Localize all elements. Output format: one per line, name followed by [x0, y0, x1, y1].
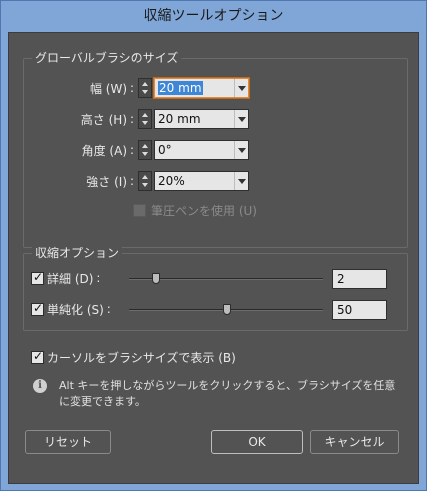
height-field[interactable]: 20 mm [154, 109, 250, 129]
simplify-row: 単純化 (S) : [31, 298, 115, 320]
pressure-pen-row: 筆圧ペンを使用 (U) [133, 199, 257, 221]
detail-slider-thumb[interactable] [152, 273, 160, 284]
angle-spinner[interactable] [138, 140, 153, 160]
ok-button[interactable]: OK [211, 430, 303, 454]
cursor-option-row: カーソルをブラシサイズで表示 (B) [31, 346, 236, 368]
width-label: 幅 (W) [89, 81, 127, 96]
info-text-line1: Alt キーを押しながらツールをクリックすると、ブラシサイズを任意 [59, 379, 396, 392]
angle-row: 角度 (A) : 0° [9, 139, 250, 161]
global-brush-group-label: グローバルブラシのサイズ [32, 50, 182, 66]
intensity-field[interactable]: 20% [154, 171, 250, 191]
simplify-slider-thumb[interactable] [223, 304, 231, 315]
cursor-option-label: カーソルをブラシサイズで表示 (B) [47, 350, 236, 365]
width-dropdown-arrow-icon[interactable] [234, 79, 249, 97]
simplify-value-field[interactable]: 50 [332, 300, 387, 320]
info-icon: i [33, 379, 47, 393]
detail-row: 詳細 (D) : [31, 267, 104, 289]
intensity-spinner[interactable] [138, 171, 153, 191]
height-spinner[interactable] [138, 109, 153, 129]
intensity-label: 強さ (I) [86, 174, 127, 189]
info-text-line2: に変更できます。 [59, 395, 146, 408]
simplify-label: 単純化 (S) [47, 302, 104, 317]
pressure-pen-checkbox[interactable] [133, 203, 146, 217]
angle-dropdown-arrow-icon[interactable] [234, 141, 249, 159]
angle-label: 角度 (A) [81, 143, 127, 158]
detail-checkbox[interactable] [31, 270, 44, 285]
width-field[interactable]: 20 mm [154, 78, 250, 98]
simplify-checkbox[interactable] [31, 301, 44, 316]
height-value[interactable]: 20 mm [155, 110, 234, 128]
intensity-dropdown-arrow-icon[interactable] [234, 172, 249, 190]
width-row: 幅 (W) : 20 mm [9, 77, 250, 99]
angle-field[interactable]: 0° [154, 140, 250, 160]
detail-label: 詳細 (D) [47, 271, 94, 286]
pressure-pen-label: 筆圧ペンを使用 (U) [151, 203, 257, 218]
reset-button[interactable]: リセット [25, 430, 111, 454]
width-spinner[interactable] [138, 78, 153, 98]
intensity-row: 強さ (I) : 20% [9, 170, 250, 192]
width-value[interactable]: 20 mm [158, 81, 203, 95]
cancel-button[interactable]: キャンセル [310, 430, 399, 454]
detail-value-field[interactable]: 2 [332, 269, 387, 289]
angle-value[interactable]: 0° [155, 141, 234, 159]
dialog-window: 収縮ツールオプション グローバルブラシのサイズ 幅 (W) : 20 mm 高さ… [0, 0, 427, 491]
cursor-option-checkbox[interactable] [31, 349, 44, 364]
intensity-value[interactable]: 20% [155, 172, 234, 190]
height-row: 高さ (H) : 20 mm [9, 108, 250, 130]
height-dropdown-arrow-icon[interactable] [234, 110, 249, 128]
dialog-title: 収縮ツールオプション [143, 8, 284, 24]
shrink-options-group-label: 収縮オプション [32, 245, 123, 261]
height-label: 高さ (H) [80, 112, 127, 127]
dialog-client: グローバルブラシのサイズ 幅 (W) : 20 mm 高さ (H) : 20 m… [8, 32, 419, 484]
